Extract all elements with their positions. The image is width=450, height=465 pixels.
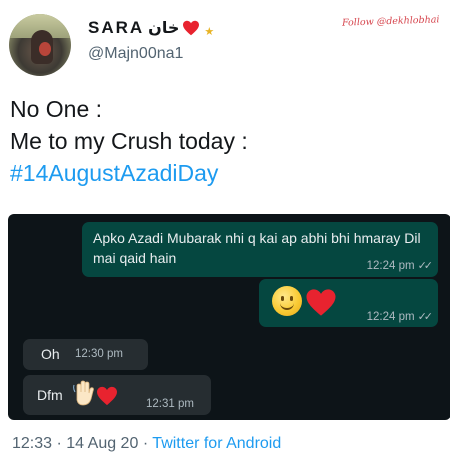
star-icon: ★ bbox=[204, 25, 215, 38]
chat-screenshot: Apko Azadi Mubarak nhi q kai ap abhi bhi… bbox=[8, 214, 450, 420]
user-handle[interactable]: @Majn00na1 bbox=[88, 45, 183, 63]
red-heart-icon bbox=[183, 20, 200, 36]
tweet-date[interactable]: 14 Aug 20 bbox=[66, 435, 138, 452]
message-timestamp: 12:24 pm bbox=[366, 260, 415, 272]
message-timestamp: 12:24 pm bbox=[366, 311, 415, 323]
avatar[interactable] bbox=[9, 14, 71, 76]
display-name-urdu[interactable]: خان bbox=[148, 18, 179, 38]
message-time: 12:24 pm ✓✓ bbox=[366, 259, 434, 272]
tweet-time[interactable]: 12:33 bbox=[12, 435, 52, 452]
tweet-header: SARA خان ★ @Majn00na1 Follow @dekhlobhai bbox=[0, 0, 450, 90]
double-check-icon: ✓✓ bbox=[417, 260, 434, 272]
outgoing-message: 12:24 pm ✓✓ bbox=[259, 279, 438, 327]
red-heart-icon bbox=[306, 289, 336, 316]
separator: · bbox=[142, 435, 149, 452]
message-timestamp: 12:30 pm bbox=[75, 348, 123, 360]
display-name-row[interactable]: SARA خان ★ bbox=[88, 15, 214, 41]
tweet-line-2: Me to my Crush today : bbox=[10, 128, 248, 154]
message-text: Dfm bbox=[37, 387, 63, 403]
tweet-text: No One : Me to my Crush today : #14Augus… bbox=[10, 93, 248, 189]
watermark: Follow @dekhlobhai bbox=[341, 14, 440, 29]
tweet-metadata: 12:33 · 14 Aug 20 · Twitter for Android bbox=[12, 435, 281, 453]
smiling-face-icon bbox=[272, 286, 302, 316]
avatar-hand bbox=[39, 42, 51, 56]
incoming-message: Oh 12:30 pm bbox=[23, 339, 148, 370]
incoming-message: Dfm 12:31 pm bbox=[23, 375, 211, 415]
waving-hand-icon bbox=[73, 380, 94, 406]
double-check-icon: ✓✓ bbox=[417, 311, 434, 323]
separator: · bbox=[56, 435, 62, 452]
message-time: 12:24 pm ✓✓ bbox=[366, 310, 434, 323]
message-timestamp: 12:31 pm bbox=[146, 398, 194, 410]
outgoing-message: Apko Azadi Mubarak nhi q kai ap abhi bhi… bbox=[82, 222, 438, 277]
display-name[interactable]: SARA bbox=[88, 18, 144, 38]
tweet-source-link[interactable]: Twitter for Android bbox=[152, 435, 281, 452]
tweet-line-1: No One : bbox=[10, 96, 103, 122]
message-text: Oh bbox=[41, 346, 60, 362]
hashtag-link[interactable]: #14AugustAzadiDay bbox=[10, 157, 248, 189]
red-heart-icon bbox=[97, 386, 117, 406]
